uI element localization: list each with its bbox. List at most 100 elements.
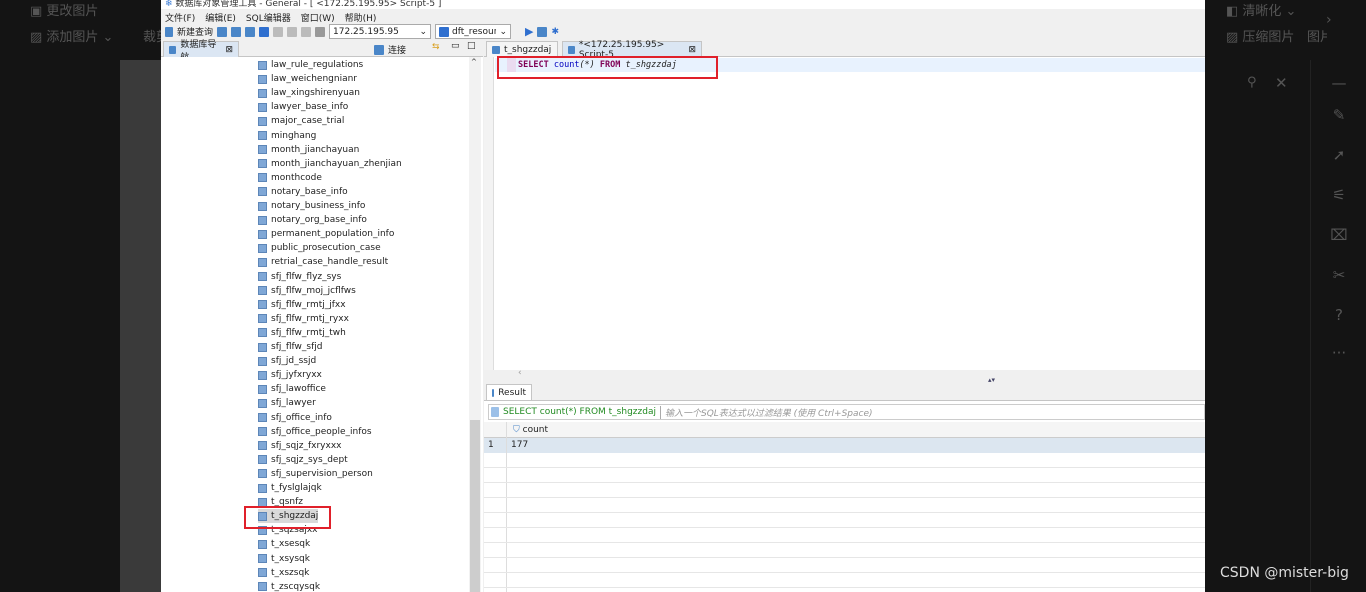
close-icon[interactable]: ✕ bbox=[1275, 74, 1288, 92]
pin-icon[interactable]: ⚲ bbox=[1247, 75, 1257, 90]
tree-item-table[interactable]: law_xingshirenyuan bbox=[258, 86, 360, 100]
tree-item-table[interactable]: retrial_case_handle_result bbox=[258, 255, 388, 269]
filter-input[interactable]: 输入一个SQL表达式以过滤结果 (使用 Ctrl+Space) bbox=[659, 405, 873, 419]
tab-navigator[interactable]: 数据库导航⊠ bbox=[163, 40, 239, 63]
run-icon[interactable]: ▶ bbox=[525, 25, 533, 38]
menu-window[interactable]: 窗口(W) bbox=[301, 14, 335, 24]
sharpen-button[interactable]: ◧ 清晰化 ⌄ bbox=[1226, 0, 1296, 19]
image-edit-icon[interactable]: ⌧ bbox=[1330, 226, 1348, 244]
table-row[interactable]: 1 177 bbox=[484, 438, 1205, 453]
result-panel: SELECT count(*) FROM t_shgzzdaj 输入一个SQL表… bbox=[484, 400, 1205, 592]
tree-item-table[interactable]: law_rule_regulations bbox=[258, 58, 363, 72]
tree-item-table[interactable]: sfj_sqjz_sys_dept bbox=[258, 453, 348, 467]
copy-icon[interactable] bbox=[301, 26, 312, 37]
column-header-count[interactable]: ⛉ count bbox=[506, 425, 548, 435]
chevron-right-icon[interactable]: › bbox=[1326, 12, 1332, 28]
tree-item-table[interactable]: public_prosecution_case bbox=[258, 241, 381, 255]
connection-select[interactable]: 172.25.195.95 ⌄ bbox=[329, 24, 432, 39]
tree-item-table[interactable]: t_zscqysqk bbox=[258, 580, 320, 592]
tools-icon[interactable]: ✂ bbox=[1330, 266, 1348, 284]
close-icon[interactable]: ⊠ bbox=[225, 45, 233, 55]
tree-item-table[interactable]: sfj_sqjz_fxryxxx bbox=[258, 439, 341, 453]
scroll-left-icon[interactable]: ‹ bbox=[518, 368, 522, 378]
tree-item-table[interactable]: sfj_jyfxryxx bbox=[258, 368, 322, 382]
table-icon bbox=[258, 215, 267, 225]
add-image-button[interactable]: ▨ 添加图片 ⌄ bbox=[30, 26, 113, 45]
image-button[interactable]: 图片 bbox=[1307, 26, 1327, 45]
tree-item-table[interactable]: sfj_flfw_moj_jcflfws bbox=[258, 284, 356, 298]
tree-item-table[interactable]: lawyer_base_info bbox=[258, 100, 348, 114]
change-image-button[interactable]: ▣ 更改图片 bbox=[30, 0, 98, 19]
tree-item-table[interactable]: sfj_office_info bbox=[258, 411, 332, 425]
label: sfj_office_people_infos bbox=[271, 426, 372, 437]
scroll-up-icon[interactable]: ^ bbox=[471, 58, 477, 66]
tree-item-table[interactable]: t_xszsqk bbox=[258, 566, 309, 580]
maximize-icon[interactable]: □ bbox=[467, 41, 476, 51]
connect-button[interactable]: 连接 bbox=[374, 43, 406, 56]
tree-item-table[interactable]: t_xsesqk bbox=[258, 537, 310, 551]
tree-item-table[interactable]: sfj_supervision_person bbox=[258, 467, 373, 481]
tree-item-table[interactable]: notary_org_base_info bbox=[258, 213, 367, 227]
tree-item-table[interactable]: sfj_flfw_sfjd bbox=[258, 340, 322, 354]
more-icon[interactable]: ··· bbox=[1330, 344, 1348, 362]
tab-script[interactable]: *<172.25.195.95> Script-5 ⊠ bbox=[562, 40, 702, 60]
tree-item-table[interactable]: notary_base_info bbox=[258, 185, 348, 199]
tree-item-table[interactable]: major_case_trial bbox=[258, 114, 344, 128]
link-icon[interactable]: ⇆ bbox=[432, 42, 440, 52]
row-number: 1 bbox=[488, 440, 494, 450]
open-icon[interactable] bbox=[217, 26, 228, 37]
tab-result[interactable]: Result bbox=[486, 384, 532, 400]
label: sfj_flfw_moj_jcflfws bbox=[271, 285, 356, 296]
close-icon[interactable]: ⊠ bbox=[688, 45, 696, 55]
filter-bar[interactable]: SELECT count(*) FROM t_shgzzdaj 输入一个SQL表… bbox=[488, 404, 1205, 420]
menu-file[interactable]: 文件(F) bbox=[165, 14, 195, 24]
minimize-icon[interactable]: ▭ bbox=[451, 41, 460, 51]
scrollbar-thumb[interactable] bbox=[470, 420, 480, 592]
tree-item-table[interactable]: sfj_office_people_infos bbox=[258, 425, 372, 439]
compress-button[interactable]: ▨ 压缩图片 bbox=[1226, 26, 1294, 45]
tree-item-table[interactable]: sfj_flfw_rmtj_twh bbox=[258, 326, 346, 340]
label: t_zscqysqk bbox=[271, 581, 321, 592]
rollback-icon[interactable] bbox=[273, 26, 284, 37]
tree-item-table[interactable]: t_xsysqk bbox=[258, 552, 310, 566]
new-query-icon bbox=[165, 26, 173, 37]
tree-item-table[interactable]: sfj_flfw_rmtj_ryxx bbox=[258, 312, 349, 326]
cell-count[interactable]: 177 bbox=[511, 440, 528, 450]
tree-item-table[interactable]: sfj_jd_ssjd bbox=[258, 354, 316, 368]
label: notary_business_info bbox=[271, 201, 366, 211]
table-icon bbox=[258, 370, 267, 380]
menu-edit[interactable]: 编辑(E) bbox=[205, 14, 236, 24]
tree-item-table[interactable]: law_weichengnianr bbox=[258, 72, 357, 86]
debug-icon[interactable]: ✱ bbox=[551, 27, 559, 37]
minus-icon[interactable]: — bbox=[1330, 74, 1348, 92]
pen-icon[interactable]: ✎ bbox=[1330, 106, 1348, 124]
tree-item-table[interactable]: sfj_flfw_rmtj_jfxx bbox=[258, 298, 346, 312]
tree-item-table[interactable]: month_jianchayuan bbox=[258, 143, 359, 157]
menu-sql-editor[interactable]: SQL编辑器 bbox=[246, 14, 291, 24]
save-icon[interactable] bbox=[231, 26, 242, 37]
tab-table[interactable]: t_shgzzdaj bbox=[486, 41, 558, 57]
tree-item-table[interactable]: permanent_population_info bbox=[258, 227, 394, 241]
cursor-icon[interactable]: ➚ bbox=[1330, 146, 1348, 164]
tree-item-table[interactable]: minghang bbox=[258, 129, 316, 143]
tree-item-table[interactable]: sfj_flfw_flyz_sys bbox=[258, 270, 341, 284]
menu-help[interactable]: 帮助(H) bbox=[345, 14, 377, 24]
cut-icon[interactable] bbox=[287, 26, 298, 37]
help-icon[interactable]: ? bbox=[1330, 306, 1348, 324]
commit-icon[interactable] bbox=[259, 26, 270, 37]
save-all-icon[interactable] bbox=[245, 26, 256, 37]
sliders-icon[interactable]: ⚟ bbox=[1330, 186, 1348, 204]
tree-item-table[interactable]: month_jianchayuan_zhenjian bbox=[258, 157, 402, 171]
label: major_case_trial bbox=[271, 116, 345, 127]
tree-item-table[interactable]: t_fyslglajqk bbox=[258, 481, 322, 495]
explain-icon[interactable] bbox=[537, 26, 548, 37]
tree-item-table[interactable]: sfj_lawyer bbox=[258, 396, 316, 410]
tree-item-table[interactable]: sfj_lawoffice bbox=[258, 382, 326, 396]
paste-icon[interactable] bbox=[315, 26, 326, 37]
resize-arrows-icon[interactable]: ▴▾ bbox=[988, 376, 995, 384]
tree-item-table[interactable]: monthcode bbox=[258, 171, 322, 185]
database-select[interactable]: dft_resourc⌄ bbox=[435, 24, 512, 39]
navigator-scrollbar[interactable]: ^ bbox=[469, 57, 481, 592]
sql-editor[interactable]: SELECT count(*) FROM t_shgzzdaj ‹ bbox=[484, 57, 1205, 378]
tree-item-table[interactable]: notary_business_info bbox=[258, 199, 365, 213]
